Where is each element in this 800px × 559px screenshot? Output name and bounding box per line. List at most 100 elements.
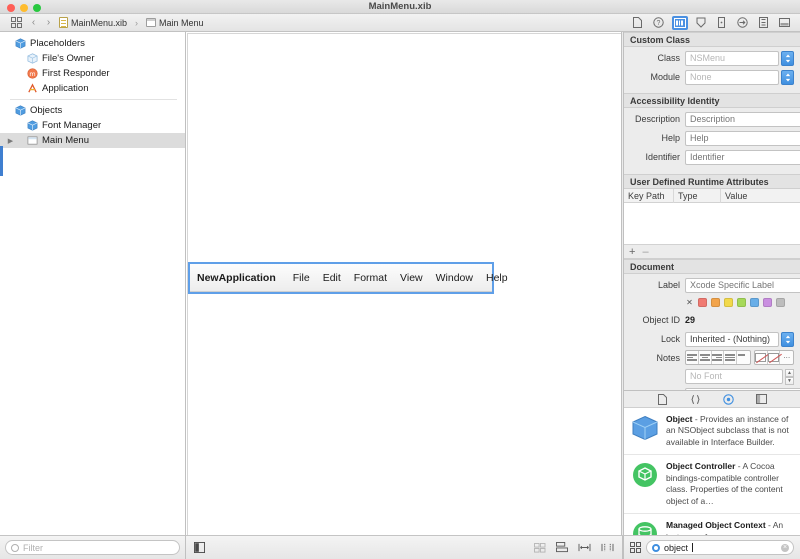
quick-help-inspector-tab[interactable]: ? <box>651 16 667 30</box>
align-right-button[interactable] <box>712 351 725 364</box>
font-field[interactable]: No Font <box>685 368 783 384</box>
menu-bar[interactable]: NewApplication File Edit Format View Win… <box>190 264 508 292</box>
swatch-red[interactable] <box>698 297 707 307</box>
font-stepper[interactable]: ▲ ▼ <box>785 368 794 385</box>
code-snippet-library-tab[interactable] <box>688 393 703 406</box>
library-item-object-controller[interactable]: Object Controller - A Cocoa bindings-com… <box>624 455 800 515</box>
outline-label: First Responder <box>42 68 110 79</box>
attributes-inspector-tab[interactable] <box>693 16 709 30</box>
breadcrumb-item-menu[interactable]: Main Menu <box>146 18 204 28</box>
lock-row: Lock Inherited - (Nothing) <box>624 331 800 347</box>
align-left-button[interactable] <box>686 351 699 364</box>
udra-remove-button[interactable]: – <box>642 246 648 258</box>
editor-bottom-bar <box>186 535 623 559</box>
outline-group-placeholders[interactable]: Placeholders <box>0 36 185 51</box>
blue-cube-icon <box>631 414 659 442</box>
notes-more-button[interactable]: ⋯ <box>780 351 793 364</box>
outline-label: Objects <box>30 105 63 116</box>
file-inspector-tab[interactable] <box>630 16 646 30</box>
size-icon[interactable] <box>601 542 614 553</box>
media-library-tab[interactable] <box>754 393 769 406</box>
swatch-orange[interactable] <box>711 297 720 307</box>
lock-label: Lock <box>660 334 680 344</box>
stepper-up[interactable]: ▲ <box>785 368 794 377</box>
menu-item-edit[interactable]: Edit <box>323 272 341 284</box>
file-template-library-tab[interactable] <box>655 393 670 406</box>
module-input[interactable]: None <box>685 69 779 85</box>
align-natural-button[interactable] <box>737 351 750 364</box>
grid-layout-icon[interactable] <box>534 542 546 553</box>
main-menu-object[interactable]: NewApplication File Edit Format View Win… <box>188 262 508 294</box>
size-inspector-tab[interactable] <box>714 16 730 30</box>
help-input[interactable] <box>685 130 800 146</box>
menu-item-help[interactable]: Help <box>486 272 508 284</box>
identifier-input[interactable] <box>685 149 800 165</box>
clear-search-icon[interactable]: × <box>781 543 789 552</box>
outline-list: Placeholders File's Owner m First Respon… <box>0 32 185 148</box>
writing-direction-lr-button[interactable] <box>755 351 768 364</box>
library-search-field[interactable]: object × <box>646 540 794 555</box>
menu-item-format[interactable]: Format <box>354 272 387 284</box>
module-combo-button[interactable] <box>781 69 794 85</box>
align-justify-button[interactable] <box>724 351 738 364</box>
description-input[interactable] <box>685 111 800 127</box>
connections-inspector-tab[interactable] <box>735 16 751 30</box>
breadcrumb-item-xib[interactable]: MainMenu.xib <box>59 17 127 28</box>
grid-icon[interactable] <box>630 542 641 553</box>
outline-item-font-manager[interactable]: Font Manager <box>0 118 185 133</box>
writing-direction-rl-button[interactable] <box>767 351 781 364</box>
identity-inspector-tab[interactable] <box>671 15 688 30</box>
align-icon[interactable] <box>556 542 568 553</box>
notes-alignment-segments[interactable] <box>685 350 751 365</box>
stepper-down[interactable]: ▼ <box>785 376 794 385</box>
document-outline-navigator: Placeholders File's Owner m First Respon… <box>0 32 186 535</box>
disclosure-triangle-icon[interactable]: ▶ <box>6 137 15 145</box>
class-combo-button[interactable] <box>781 50 794 66</box>
udra-col-keypath: Key Path <box>624 188 674 203</box>
grid-icon[interactable] <box>10 16 23 29</box>
menu-item-view[interactable]: View <box>400 272 423 284</box>
back-button[interactable]: ‹ <box>29 17 38 28</box>
spacing-icon[interactable] <box>578 542 591 553</box>
forward-button[interactable]: › <box>44 17 53 28</box>
align-center-button[interactable] <box>699 351 712 364</box>
identifier-label: Identifier <box>645 152 680 162</box>
editor-panel-icon[interactable] <box>194 542 205 553</box>
canvas-surface[interactable]: NewApplication File Edit Format View Win… <box>187 33 621 535</box>
outline-item-first-responder[interactable]: m First Responder <box>0 66 185 81</box>
library-item-object[interactable]: Object - Provides an instance of an NSOb… <box>624 408 800 456</box>
swatch-gray[interactable] <box>776 297 785 307</box>
lock-select[interactable]: Inherited - (Nothing) <box>685 331 779 347</box>
swatch-blue[interactable] <box>750 297 759 307</box>
class-input[interactable]: NSMenu <box>685 50 779 66</box>
outline-item-application[interactable]: Application <box>0 81 185 96</box>
outline-group-objects[interactable]: Objects <box>0 103 185 118</box>
library-item-text: Object Controller - A Cocoa bindings-com… <box>666 461 794 507</box>
section-document: Document <box>624 259 800 274</box>
menu-item-newapplication[interactable]: NewApplication <box>197 272 276 284</box>
section-user-defined-runtime-attributes: User Defined Runtime Attributes <box>624 174 800 189</box>
swatch-green[interactable] <box>737 297 746 307</box>
interface-builder-canvas[interactable]: NewApplication File Edit Format View Win… <box>186 32 622 535</box>
layout-controls <box>534 542 614 553</box>
document-label-input[interactable] <box>685 277 800 293</box>
lock-combo-button[interactable] <box>781 331 794 347</box>
bindings-inspector-tab[interactable] <box>756 16 772 30</box>
swatch-none-icon[interactable]: ✕ <box>685 298 694 307</box>
swatch-purple[interactable] <box>763 297 772 307</box>
udra-table-body[interactable] <box>624 203 800 245</box>
object-library-tab[interactable] <box>721 393 736 406</box>
menu-icon <box>27 135 38 146</box>
view-effects-inspector-tab[interactable] <box>777 16 793 30</box>
outline-item-main-menu[interactable]: ▶ Main Menu <box>0 133 185 148</box>
filter-field[interactable]: Filter <box>5 540 180 555</box>
menu-item-window[interactable]: Window <box>436 272 473 284</box>
navigator-filter-bar: Filter <box>0 535 186 559</box>
application-icon <box>27 83 38 94</box>
menu-item-file[interactable]: File <box>293 272 310 284</box>
outline-item-files-owner[interactable]: File's Owner <box>0 51 185 66</box>
swatch-yellow[interactable] <box>724 297 733 307</box>
notes-style-segments[interactable]: ⋯ <box>753 350 794 365</box>
udra-add-button[interactable]: + <box>629 246 635 258</box>
cube-outline-icon <box>27 53 38 64</box>
